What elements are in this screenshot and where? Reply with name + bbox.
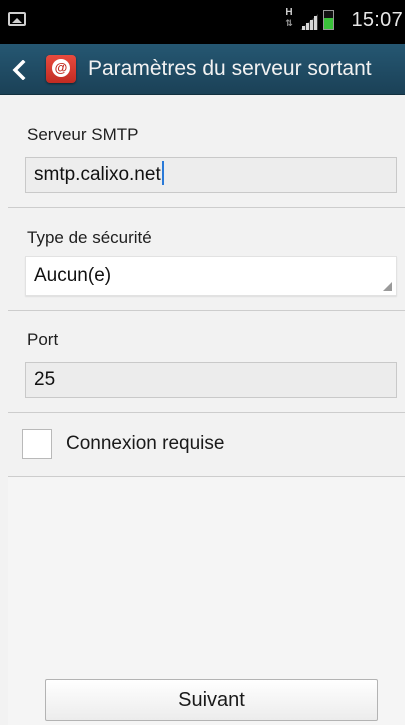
action-bar: @ Paramètres du serveur sortant [0, 44, 405, 95]
signal-icon [300, 14, 318, 30]
status-bar: H ⇅ 15:07 [0, 0, 405, 44]
data-arrows-icon: ⇅ [285, 18, 293, 28]
network-type-label: H [285, 7, 293, 18]
clock: 15:07 [351, 9, 403, 31]
battery-icon [323, 10, 334, 30]
login-required-checkbox[interactable] [22, 429, 52, 459]
port-label: Port [27, 330, 59, 349]
next-button[interactable]: Suivant [45, 679, 378, 721]
smtp-server-input[interactable]: smtp.calixo.net [25, 157, 397, 193]
back-button[interactable]: @ [6, 44, 84, 95]
divider [8, 412, 405, 413]
port-value: 25 [34, 369, 56, 390]
chevron-left-icon [12, 60, 26, 80]
port-input[interactable]: 25 [25, 362, 397, 398]
security-type-select[interactable]: Aucun(e) [25, 256, 397, 296]
page-title: Paramètres du serveur sortant [88, 57, 372, 80]
screenshot-icon [8, 12, 26, 26]
network-type-icon: H ⇅ [282, 8, 296, 30]
login-required-label: Connexion requise [66, 433, 225, 454]
divider [8, 207, 405, 208]
text-caret [161, 161, 164, 186]
email-app-icon: @ [46, 55, 76, 83]
divider [8, 310, 405, 311]
smtp-server-label: Serveur SMTP [27, 125, 139, 144]
battery-level [324, 18, 333, 29]
smtp-server-value: smtp.calixo.net [34, 164, 161, 185]
security-type-label: Type de sécurité [27, 228, 152, 247]
security-type-value: Aucun(e) [34, 265, 112, 286]
at-sign-icon: @ [52, 59, 70, 77]
dropdown-indicator-icon [383, 282, 392, 291]
